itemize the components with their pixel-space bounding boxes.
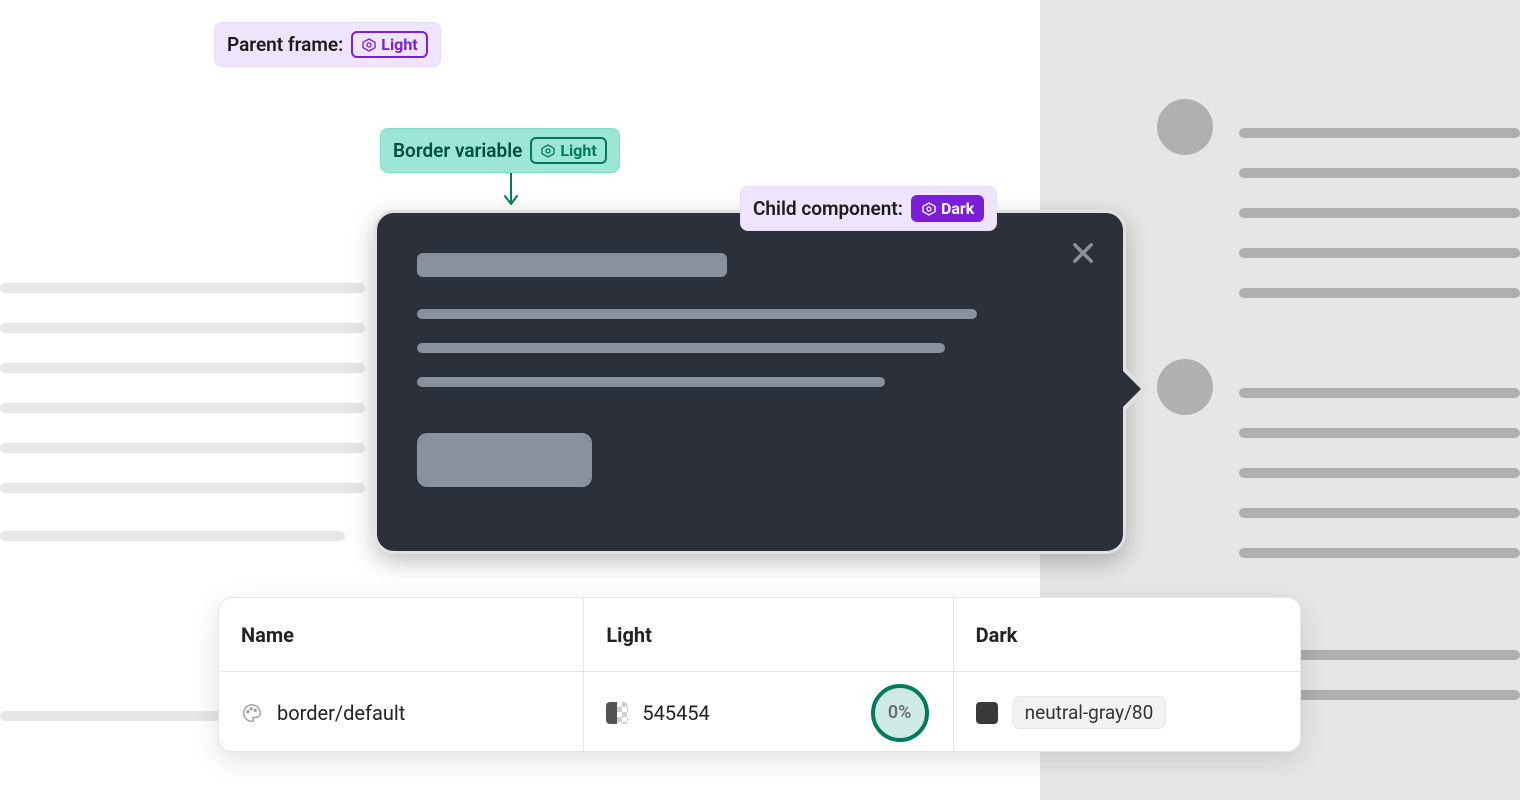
skeleton-line [1239,168,1520,178]
skeleton-heading [417,253,727,277]
alias-pill: neutral-gray/80 [1012,696,1167,729]
annotation-label: Child component: [753,197,903,220]
skeleton-avatar [1157,359,1213,415]
skeleton-line [417,377,885,387]
annotation-border-variable: Border variable Light [380,128,620,173]
mode-name: Dark [941,199,974,218]
mode-pill-dark: Dark [911,195,984,222]
skeleton-line [0,443,365,453]
child-component-card [374,210,1126,554]
skeleton-line [1239,288,1520,298]
close-button[interactable] [1067,237,1099,269]
column-header-dark: Dark [954,598,1300,671]
mode-name: Light [381,35,417,54]
skeleton-line [417,309,977,319]
tooltip-arrow [1121,369,1141,409]
skeleton-line [417,343,945,353]
variables-table: Name Light Dark border/default 545454 0%… [218,597,1301,752]
annotation-parent-frame: Parent frame: Light [214,22,441,67]
skeleton-line [1239,508,1520,518]
skeleton-line [1239,428,1520,438]
opacity-highlight: 0% [871,684,929,742]
close-icon [1069,239,1097,267]
skeleton-line [0,283,365,293]
skeleton-line [1239,548,1520,558]
variable-light-cell[interactable]: 545454 0% [584,672,953,752]
skeleton-line [1239,128,1520,138]
annotation-label: Border variable [393,139,522,162]
skeleton-line [0,323,365,333]
arrow-down-icon [504,168,518,208]
palette-icon [241,702,263,724]
variable-icon [540,143,556,159]
variable-name: border/default [277,701,405,725]
opacity-value: 0% [888,702,912,723]
variable-icon [361,37,377,53]
variable-dark-cell[interactable]: neutral-gray/80 [954,672,1300,752]
mode-name: Light [560,141,596,160]
skeleton-line [1239,208,1520,218]
variable-icon [921,201,937,217]
variable-name-cell[interactable]: border/default [219,672,584,752]
skeleton-line [1239,468,1520,478]
column-header-name: Name [219,598,584,671]
table-header-row: Name Light Dark [219,598,1300,672]
color-swatch-dark [976,702,998,724]
annotation-label: Parent frame: [227,33,343,56]
mode-pill-light: Light [530,137,606,164]
skeleton-line [0,531,345,541]
skeleton-button[interactable] [417,433,592,487]
skeleton-line [0,363,365,373]
table-row[interactable]: border/default 545454 0% neutral-gray/80 [219,672,1300,752]
skeleton-line [0,403,365,413]
annotation-child-component: Child component: Dark [740,186,997,231]
mode-pill-light: Light [351,31,427,58]
color-swatch-light [606,702,628,724]
skeleton-avatar [1157,99,1213,155]
skeleton-line [0,483,365,493]
color-hex-value: 545454 [642,701,709,725]
skeleton-line [1239,388,1520,398]
column-header-light: Light [584,598,953,671]
skeleton-line [1239,248,1520,258]
